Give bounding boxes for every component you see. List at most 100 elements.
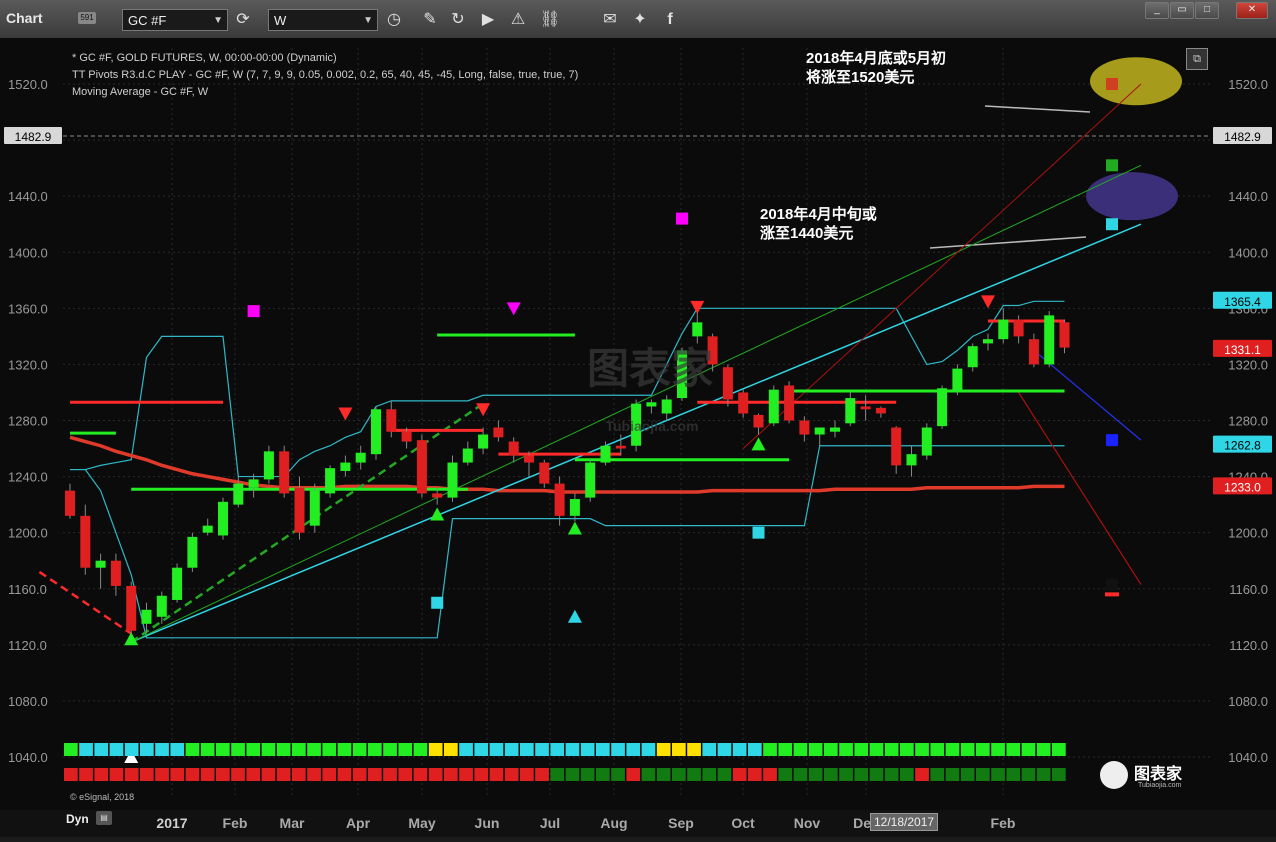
ribbon-top-cell [808, 743, 823, 756]
y-tick-label: 1160.0 [1229, 582, 1268, 597]
facebook-icon[interactable]: f [660, 10, 680, 30]
ribbon-top-cell [976, 743, 990, 756]
annotation-leader [984, 105, 1091, 113]
copyright: © eSignal, 2018 [70, 792, 135, 802]
clock-icon[interactable]: ◷ [384, 10, 404, 30]
candle-body [1013, 319, 1024, 337]
ribbon-top-cell [398, 743, 413, 756]
y-tick-label: 1440.0 [8, 189, 48, 204]
candle-body [1059, 322, 1070, 348]
ribbon-bottom-cell [900, 768, 914, 781]
maximize-button[interactable]: □ [1195, 2, 1219, 19]
ribbon-bottom-cell [231, 768, 245, 781]
candle-body [845, 398, 856, 424]
x-tick-label: Nov [793, 815, 821, 831]
candle-body [65, 490, 75, 516]
close-button[interactable]: ✕ [1236, 2, 1268, 19]
ribbon-bottom-cell [656, 768, 671, 781]
x-tick-label: Mar [279, 815, 305, 831]
minimize-button[interactable]: _ [1145, 2, 1169, 19]
ribbon-bottom-cell [352, 768, 367, 781]
ribbon-bottom-cell [778, 768, 793, 781]
candle-body [172, 567, 183, 600]
ribbon-bottom-cell [398, 768, 413, 781]
ribbon-bottom-cell [976, 768, 990, 781]
ribbon-bottom-cell [79, 768, 93, 781]
price-chart[interactable]: 1520.0 1520.0 1440.0 1440.0 1400.0 1400.0 1360… [0, 38, 1276, 837]
y-tick-label: 1080.0 [1228, 694, 1268, 709]
ribbon-top-cell [763, 743, 777, 756]
x-tick-label: Sep [668, 815, 694, 831]
ribbon-top-cell [428, 743, 443, 756]
ribbon-top-cell [352, 743, 367, 756]
ribbon-top-cell [565, 743, 580, 756]
y-tick-label: 1320.0 [8, 357, 48, 372]
pivot-marker-square [752, 526, 765, 539]
candle-body [508, 441, 519, 456]
ribbon-bottom-cell [945, 768, 960, 781]
candle-body [309, 490, 320, 526]
cycle-icon[interactable]: ↻ [448, 10, 468, 30]
ribbon-bottom-cell [246, 768, 261, 781]
legend-pivots: TT Pivots R3.d.C PLAY - GC #F, W (7, 7, … [72, 69, 579, 81]
ribbon-top-cell [732, 743, 747, 756]
candle-body [416, 440, 427, 494]
ribbon-bottom-cell [94, 768, 109, 781]
trend-line [130, 402, 484, 644]
ribbon-bottom-cell [489, 768, 504, 781]
pivot-marker-down [338, 407, 353, 421]
pencil-icon[interactable]: ✎ [420, 10, 440, 30]
ribbon-bottom-cell [687, 768, 701, 781]
candle-body [156, 595, 167, 617]
ribbon-bottom-cell [732, 768, 747, 781]
play-icon[interactable]: ▶ [478, 10, 498, 30]
watermark-subtext: Tubiaojia.com [1138, 782, 1182, 789]
ribbon-bottom-cell [960, 768, 975, 781]
scale-icon[interactable]: ▤ [96, 811, 112, 825]
candle-body [753, 414, 764, 428]
ribbon-bottom-cell [702, 768, 717, 781]
ribbon-top-cell [884, 743, 899, 756]
candle-body [218, 501, 228, 536]
y-tick-label: 1040.0 [8, 750, 48, 765]
time-axis [0, 810, 1276, 837]
candle-body [294, 487, 305, 533]
pivot-marker-down [476, 403, 491, 417]
refresh-icon[interactable]: ⟳ [233, 10, 253, 30]
candle-body [110, 560, 121, 586]
pivot-marker-square [1106, 218, 1118, 231]
price-tag-label: 1482.9 [1224, 130, 1261, 144]
ribbon-bottom-cell [854, 768, 869, 781]
ribbon-bottom-cell [185, 768, 200, 781]
restore-button[interactable]: ▭ [1170, 2, 1194, 19]
window-title: Chart [6, 10, 43, 26]
chart-area[interactable]: 1520.0 1520.0 1440.0 1440.0 1400.0 1400.0 1360… [0, 38, 1276, 837]
target-ellipse-1520 [1090, 57, 1182, 106]
ribbon-top-cell [1021, 743, 1036, 756]
message-icon[interactable]: ✉ [600, 10, 620, 30]
symbol-select[interactable]: GC #F ▼ [122, 9, 228, 31]
price-tag-label: 1233.0 [1224, 480, 1261, 494]
twitter-icon[interactable]: ✦ [630, 10, 650, 30]
link-icon[interactable]: ⛓ [540, 10, 560, 30]
interval-select[interactable]: W ▼ [268, 9, 378, 31]
candle-body [1044, 315, 1055, 365]
ribbon-bottom-cell [869, 768, 884, 781]
alert-icon[interactable]: ⚠ [508, 10, 528, 30]
dyn-label[interactable]: Dyn [66, 812, 89, 826]
ribbon-top-cell [1036, 743, 1051, 756]
ribbon-top-cell [337, 743, 352, 756]
annotation-1440-line1: 2018年4月中旬或 [760, 206, 877, 223]
x-tick-label: Feb [990, 815, 1016, 831]
expand-icon[interactable]: ⧉ [1186, 48, 1208, 70]
y-tick-label: 1120.0 [8, 638, 47, 653]
target-ellipse-1440 [1086, 172, 1178, 221]
ribbon-top-cell [185, 743, 200, 756]
candle-body [722, 367, 733, 400]
x-tick-label: 2017 [156, 815, 188, 831]
ribbon-top-cell [824, 743, 838, 756]
candle-body [569, 499, 580, 516]
x-tick-label: Feb [222, 815, 248, 831]
pivot-marker-dash [1105, 592, 1119, 597]
candle-body [692, 322, 703, 337]
